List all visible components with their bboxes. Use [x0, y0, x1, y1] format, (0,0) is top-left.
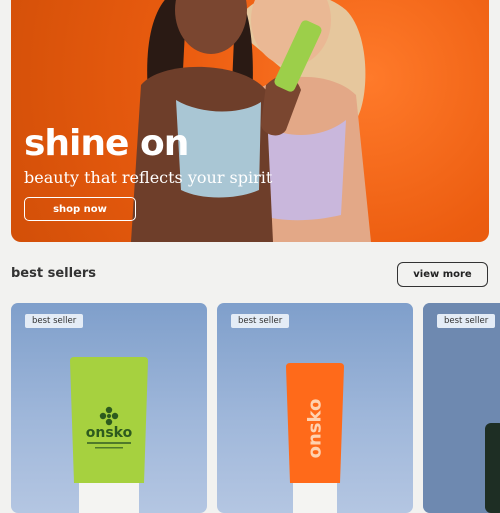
product-brand: onsko [85, 425, 133, 441]
hero-subtitle: beauty that reflects your spirit [24, 168, 273, 187]
best-seller-badge: best seller [231, 314, 290, 328]
product-card[interactable]: best seller [423, 303, 500, 513]
shop-now-button[interactable]: shop now [24, 197, 136, 221]
hero-banner: shine on beauty that reflects your spiri… [11, 0, 489, 242]
product-card[interactable]: best seller onsko [11, 303, 207, 513]
product-card[interactable]: best seller onsko [217, 303, 413, 513]
best-seller-badge: best seller [437, 314, 496, 328]
product-image [423, 303, 500, 513]
product-image [70, 357, 148, 513]
view-more-button[interactable]: view more [397, 262, 488, 287]
hero-title: shine on [24, 123, 189, 164]
section-title: best sellers [11, 266, 97, 281]
product-brand: onsko [304, 398, 326, 459]
best-seller-badge: best seller [25, 314, 84, 328]
